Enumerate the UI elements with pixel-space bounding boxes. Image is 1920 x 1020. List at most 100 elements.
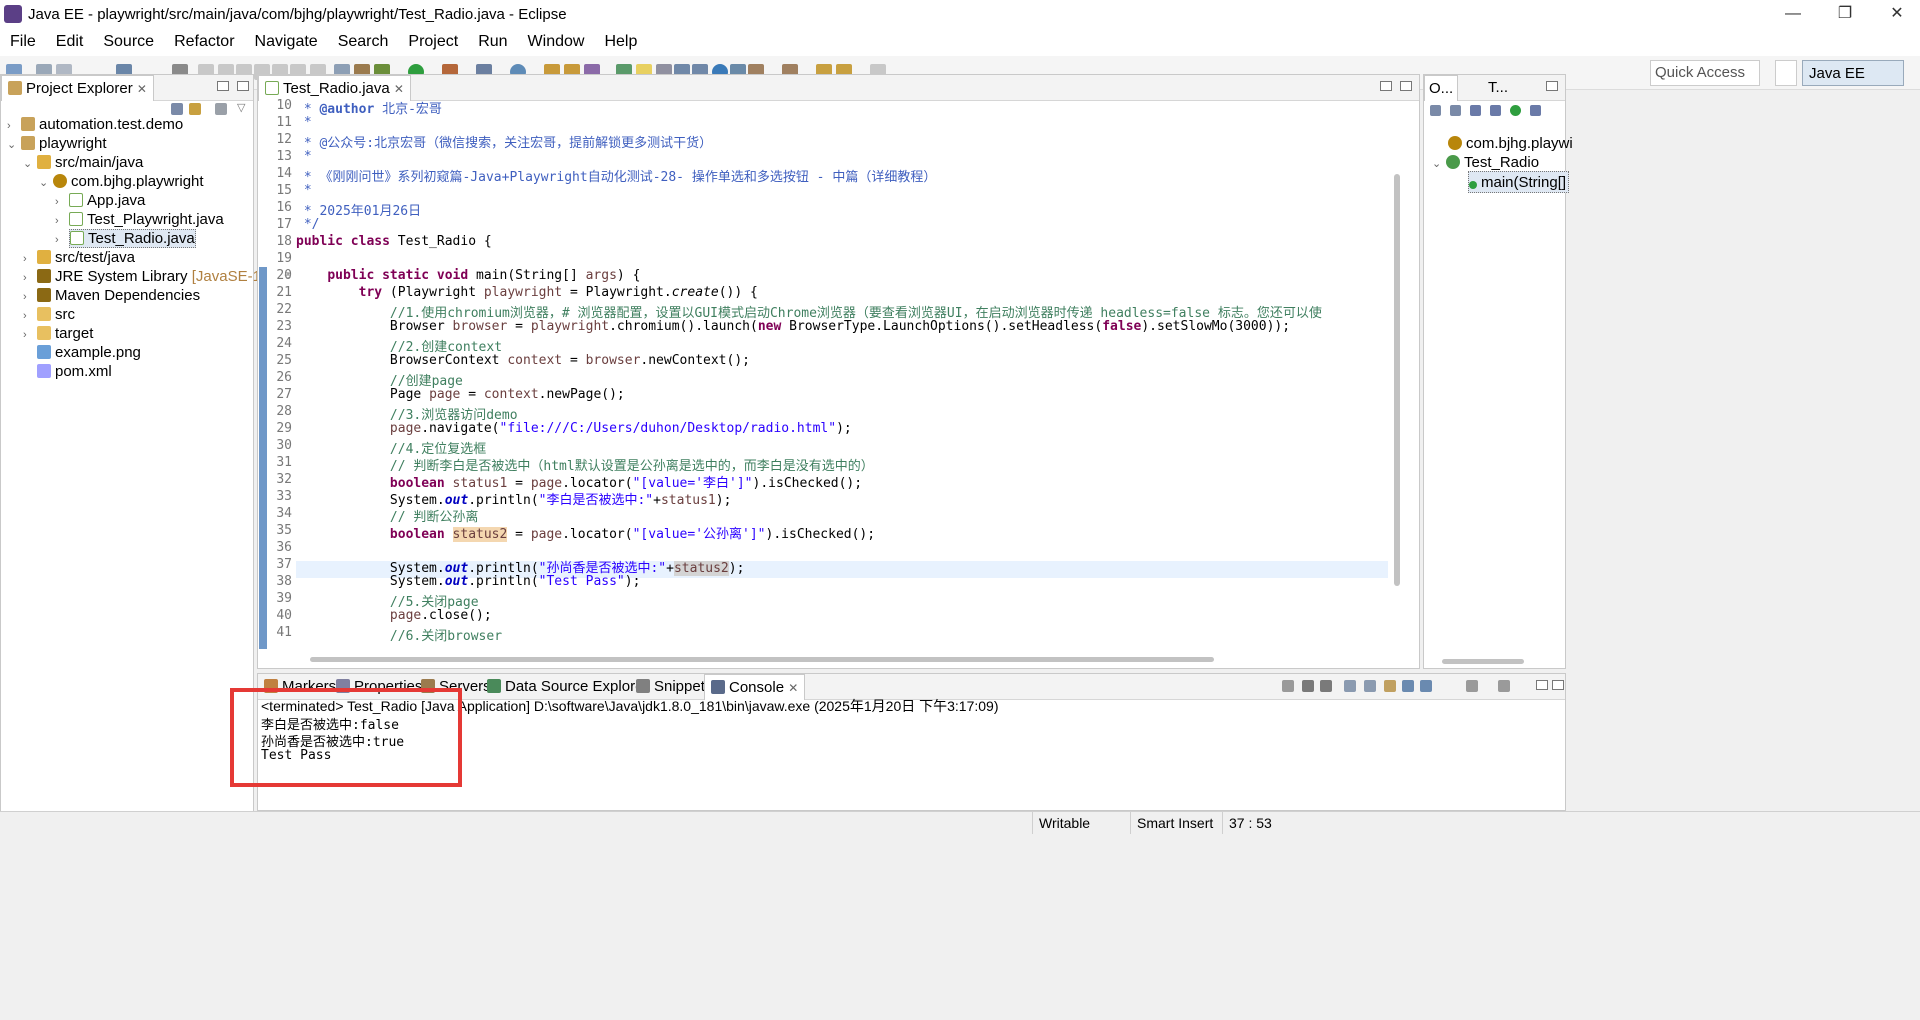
line-number: 31 [276,455,292,470]
show-on-output-icon[interactable] [1402,680,1414,692]
menu-source[interactable]: Source [103,33,154,51]
remove-all-icon[interactable] [1320,680,1332,692]
minimize-view-icon[interactable] [217,81,229,91]
line-number: 19 [276,251,292,266]
image-file-icon [37,345,51,359]
code-line: boolean status2 = page.locator("[value='… [389,527,876,542]
menu-navigate[interactable]: Navigate [255,33,318,51]
line-number: 11 [276,115,292,130]
close-tab-icon[interactable]: ✕ [137,82,147,96]
word-wrap-icon[interactable] [1384,680,1396,692]
chevron-down-icon[interactable]: ⌄ [39,172,53,194]
menu-project[interactable]: Project [408,33,458,51]
scroll-lock-icon[interactable] [1364,680,1376,692]
class-icon [1446,155,1460,169]
tab-task-list[interactable]: T... [1484,75,1512,101]
minimize-view-icon[interactable] [1380,81,1392,91]
display-console-icon[interactable] [1498,680,1510,692]
java-file-icon [69,212,83,226]
fold-collapse-icon[interactable]: ⊖ [284,270,292,281]
hide-nonpublic-icon[interactable] [1510,105,1521,116]
tree-item-label: example.png [55,344,141,361]
menu-help[interactable]: Help [604,33,637,51]
line-number: 22 [276,302,292,317]
package-icon [53,174,67,188]
chevron-down-icon[interactable]: ⌄ [23,153,37,175]
tree-item-label: pom.xml [55,363,112,380]
editor-vertical-scrollbar[interactable] [1394,174,1400,586]
chevron-down-icon[interactable]: ⌄ [7,134,21,156]
hide-local-types-icon[interactable] [1530,105,1541,116]
chevron-down-icon[interactable]: ▽ [237,101,245,114]
status-bar: Writable Smart Insert 37 : 53 [0,811,1920,834]
chevron-down-icon[interactable]: ⌄ [1432,153,1446,175]
outline-item-label: main(String[] [1481,174,1567,191]
tree-item-label: src/test/java [55,249,136,266]
close-tab-icon[interactable]: ✕ [788,681,798,695]
menu-run[interactable]: Run [478,33,507,51]
line-number: 30 [276,438,292,453]
close-window-button[interactable]: ✕ [1874,0,1920,28]
menu-edit[interactable]: Edit [56,33,84,51]
collapse-all-icon[interactable] [1430,105,1441,116]
tab-label: Data Source Explorer [505,678,649,695]
hide-static-icon[interactable] [1490,105,1501,116]
sort-icon[interactable] [1450,105,1461,116]
clear-console-icon[interactable] [1344,680,1356,692]
menu-window[interactable]: Window [528,33,585,51]
restore-button[interactable]: ❐ [1822,0,1868,28]
maximize-view-icon[interactable] [237,81,249,91]
line-number: 39 [276,591,292,606]
java-ee-perspective-button[interactable]: Java EE [1802,60,1904,86]
console-scrollbar[interactable] [1552,714,1562,794]
code-line: System.out.println("Test Pass"); [296,574,641,589]
view-menu-icon[interactable] [215,103,227,115]
quick-access-field[interactable]: Quick Access [1650,60,1760,86]
outline-scrollbar[interactable] [1442,659,1524,664]
close-tab-icon[interactable]: ✕ [394,82,404,96]
menu-bar: File Edit Source Refactor Navigate Searc… [0,28,1920,56]
minimize-button[interactable]: — [1770,0,1816,28]
tree-item-label: com.bjhg.playwright [71,173,204,190]
editor-horizontal-scrollbar[interactable] [310,657,1214,662]
tab-project-explorer[interactable]: Project Explorer ✕ [1,75,154,101]
library-icon [37,269,51,283]
code-line: * [296,115,312,130]
status-insert-mode: Smart Insert [1130,812,1222,834]
outline-panel: O... T... com.bjhg.playwi ⌄ Test_Radio ma… [1423,74,1573,669]
eclipse-app-icon [4,5,22,23]
menu-refactor[interactable]: Refactor [174,33,234,51]
line-number: 26 [276,370,292,385]
minimize-view-icon[interactable] [1546,81,1558,91]
line-number: 32 [276,472,292,487]
menu-file[interactable]: File [10,33,36,51]
java-file-icon [70,231,84,245]
window-title: Java EE - playwright/src/main/java/com/b… [28,5,567,23]
tree-item-pom[interactable]: pom.xml [23,361,112,383]
line-number: 10 [276,98,292,113]
link-editor-icon[interactable] [189,103,201,115]
menu-search[interactable]: Search [338,33,389,51]
code-line: public static void main(String[] args) { [327,268,641,283]
java-file-icon [265,81,279,95]
outline-tab-label: O... [1429,80,1454,97]
maximize-view-icon[interactable] [1552,680,1564,690]
change-ruler [259,267,267,649]
project-explorer-panel: Project Explorer ✕ ▽ › automation.test.de… [0,74,278,812]
outline-item-main[interactable]: main(String[] [1468,171,1570,193]
tab-outline[interactable]: O... [1424,75,1459,101]
line-number: 36 [276,540,292,555]
maximize-view-icon[interactable] [1400,81,1412,91]
outline-tabbar: O... T... [1424,75,1565,101]
remove-launch-icon[interactable] [1302,680,1314,692]
pin-console-icon[interactable] [1466,680,1478,692]
terminate-console-icon[interactable] [1282,680,1294,692]
method-icon [1469,181,1477,189]
minimize-view-icon[interactable] [1536,680,1548,690]
code-line: * [296,149,312,164]
task-tab-label: T... [1488,79,1509,96]
snippets-icon [636,679,650,693]
show-on-error-icon[interactable] [1420,680,1432,692]
hide-fields-icon[interactable] [1470,105,1481,116]
open-perspective-icon[interactable] [1775,60,1797,86]
